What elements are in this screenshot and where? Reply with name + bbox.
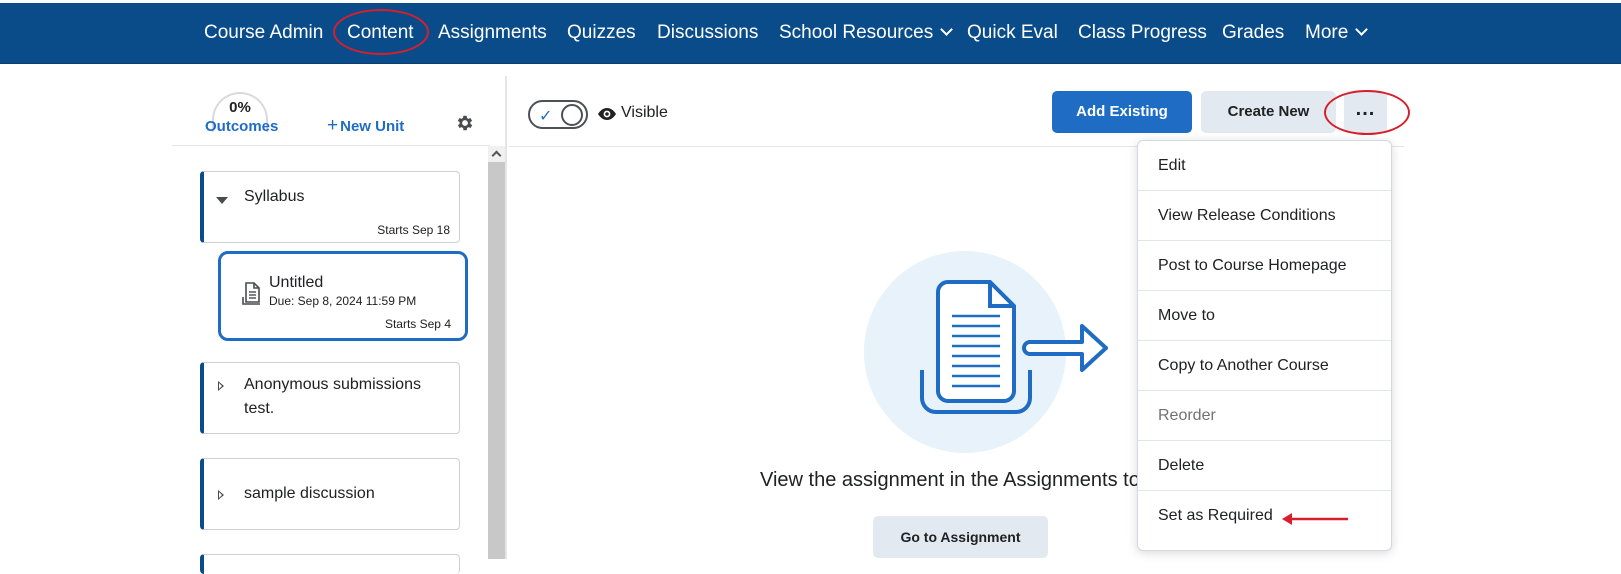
more-options-menu: Edit View Release Conditions Post to Cou…	[1137, 140, 1392, 551]
menu-item-view-release-conditions[interactable]: View Release Conditions	[1138, 191, 1391, 241]
panel-vertical-divider	[505, 76, 507, 559]
new-unit-button[interactable]: + New Unit	[327, 115, 404, 137]
create-new-button[interactable]: Create New	[1201, 91, 1336, 133]
document-icon	[242, 282, 260, 305]
nav-more-label: More	[1305, 22, 1349, 43]
nav-more[interactable]: More	[1305, 3, 1369, 63]
unit-title: sample discussion	[244, 485, 375, 502]
outcomes-link[interactable]: Outcomes	[205, 118, 278, 135]
nav-quick-eval[interactable]: Quick Eval	[967, 3, 1058, 63]
visibility-toggle[interactable]: ✓	[528, 100, 588, 129]
assignment-document-arrow-icon	[864, 251, 1108, 453]
scroll-up-arrow-icon[interactable]	[488, 146, 505, 162]
nav-grades[interactable]: Grades	[1222, 3, 1284, 63]
caret-right-icon[interactable]	[218, 381, 224, 391]
panel-divider	[172, 145, 490, 146]
menu-item-delete[interactable]: Delete	[1138, 441, 1391, 491]
chevron-down-icon	[940, 23, 954, 36]
unit-start-date: Starts Sep 18	[377, 223, 450, 237]
nav-content[interactable]: Content	[347, 3, 414, 63]
topic-card-untitled[interactable]: Untitled Due: Sep 8, 2024 11:59 PM Start…	[218, 251, 468, 341]
add-existing-button[interactable]: Add Existing	[1052, 91, 1192, 133]
eye-icon	[598, 108, 616, 120]
more-options-button[interactable]: ...	[1344, 91, 1387, 133]
topic-title: Untitled	[269, 274, 324, 291]
sidebar-scrollbar[interactable]	[488, 146, 505, 559]
unit-card-anonymous-submissions[interactable]: Anonymous submissions test.	[200, 362, 460, 434]
new-unit-label: New Unit	[340, 118, 405, 135]
topic-due-date: Due: Sep 8, 2024 11:59 PM	[269, 294, 417, 308]
nav-assignments[interactable]: Assignments	[438, 3, 547, 63]
menu-item-post-to-course-homepage[interactable]: Post to Course Homepage	[1138, 241, 1391, 291]
menu-item-edit[interactable]: Edit	[1138, 141, 1391, 191]
nav-discussions[interactable]: Discussions	[657, 3, 758, 63]
menu-item-move-to[interactable]: Move to	[1138, 291, 1391, 341]
unit-card-partial[interactable]	[200, 554, 460, 574]
go-to-assignment-button[interactable]: Go to Assignment	[873, 516, 1048, 558]
unit-card-sample-discussion[interactable]: sample discussion	[200, 458, 460, 530]
unit-card-syllabus[interactable]: Syllabus Starts Sep 18	[200, 171, 460, 243]
gear-icon[interactable]	[455, 113, 475, 133]
empty-state-message: View the assignment in the Assignments t…	[760, 469, 1140, 491]
topic-start-date: Starts Sep 4	[384, 317, 451, 331]
menu-item-set-as-required[interactable]: Set as Required	[1138, 491, 1391, 541]
annotation-arrow-icon	[1282, 513, 1348, 525]
menu-item-copy-to-another-course[interactable]: Copy to Another Course	[1138, 341, 1391, 391]
course-navbar: Course Admin Content Assignments Quizzes…	[0, 3, 1621, 64]
chevron-down-icon	[1355, 23, 1369, 36]
plus-icon: +	[327, 115, 339, 136]
caret-right-icon[interactable]	[218, 490, 224, 500]
toggle-knob	[561, 104, 583, 126]
caret-down-icon[interactable]	[216, 197, 228, 204]
unit-title: Anonymous submissions test.	[244, 376, 421, 417]
outcomes-percent: 0%	[229, 99, 251, 116]
visibility-label: Visible	[621, 104, 668, 121]
menu-item-reorder: Reorder	[1138, 391, 1391, 441]
ellipsis-icon: ...	[1355, 98, 1376, 120]
nav-course-admin[interactable]: Course Admin	[204, 3, 323, 63]
checkmark-icon: ✓	[539, 108, 553, 125]
unit-title: Syllabus	[244, 188, 305, 205]
nav-class-progress[interactable]: Class Progress	[1078, 3, 1207, 63]
nav-quizzes[interactable]: Quizzes	[567, 3, 636, 63]
nav-school-resources-label: School Resources	[779, 22, 934, 43]
nav-school-resources[interactable]: School Resources	[779, 3, 954, 63]
